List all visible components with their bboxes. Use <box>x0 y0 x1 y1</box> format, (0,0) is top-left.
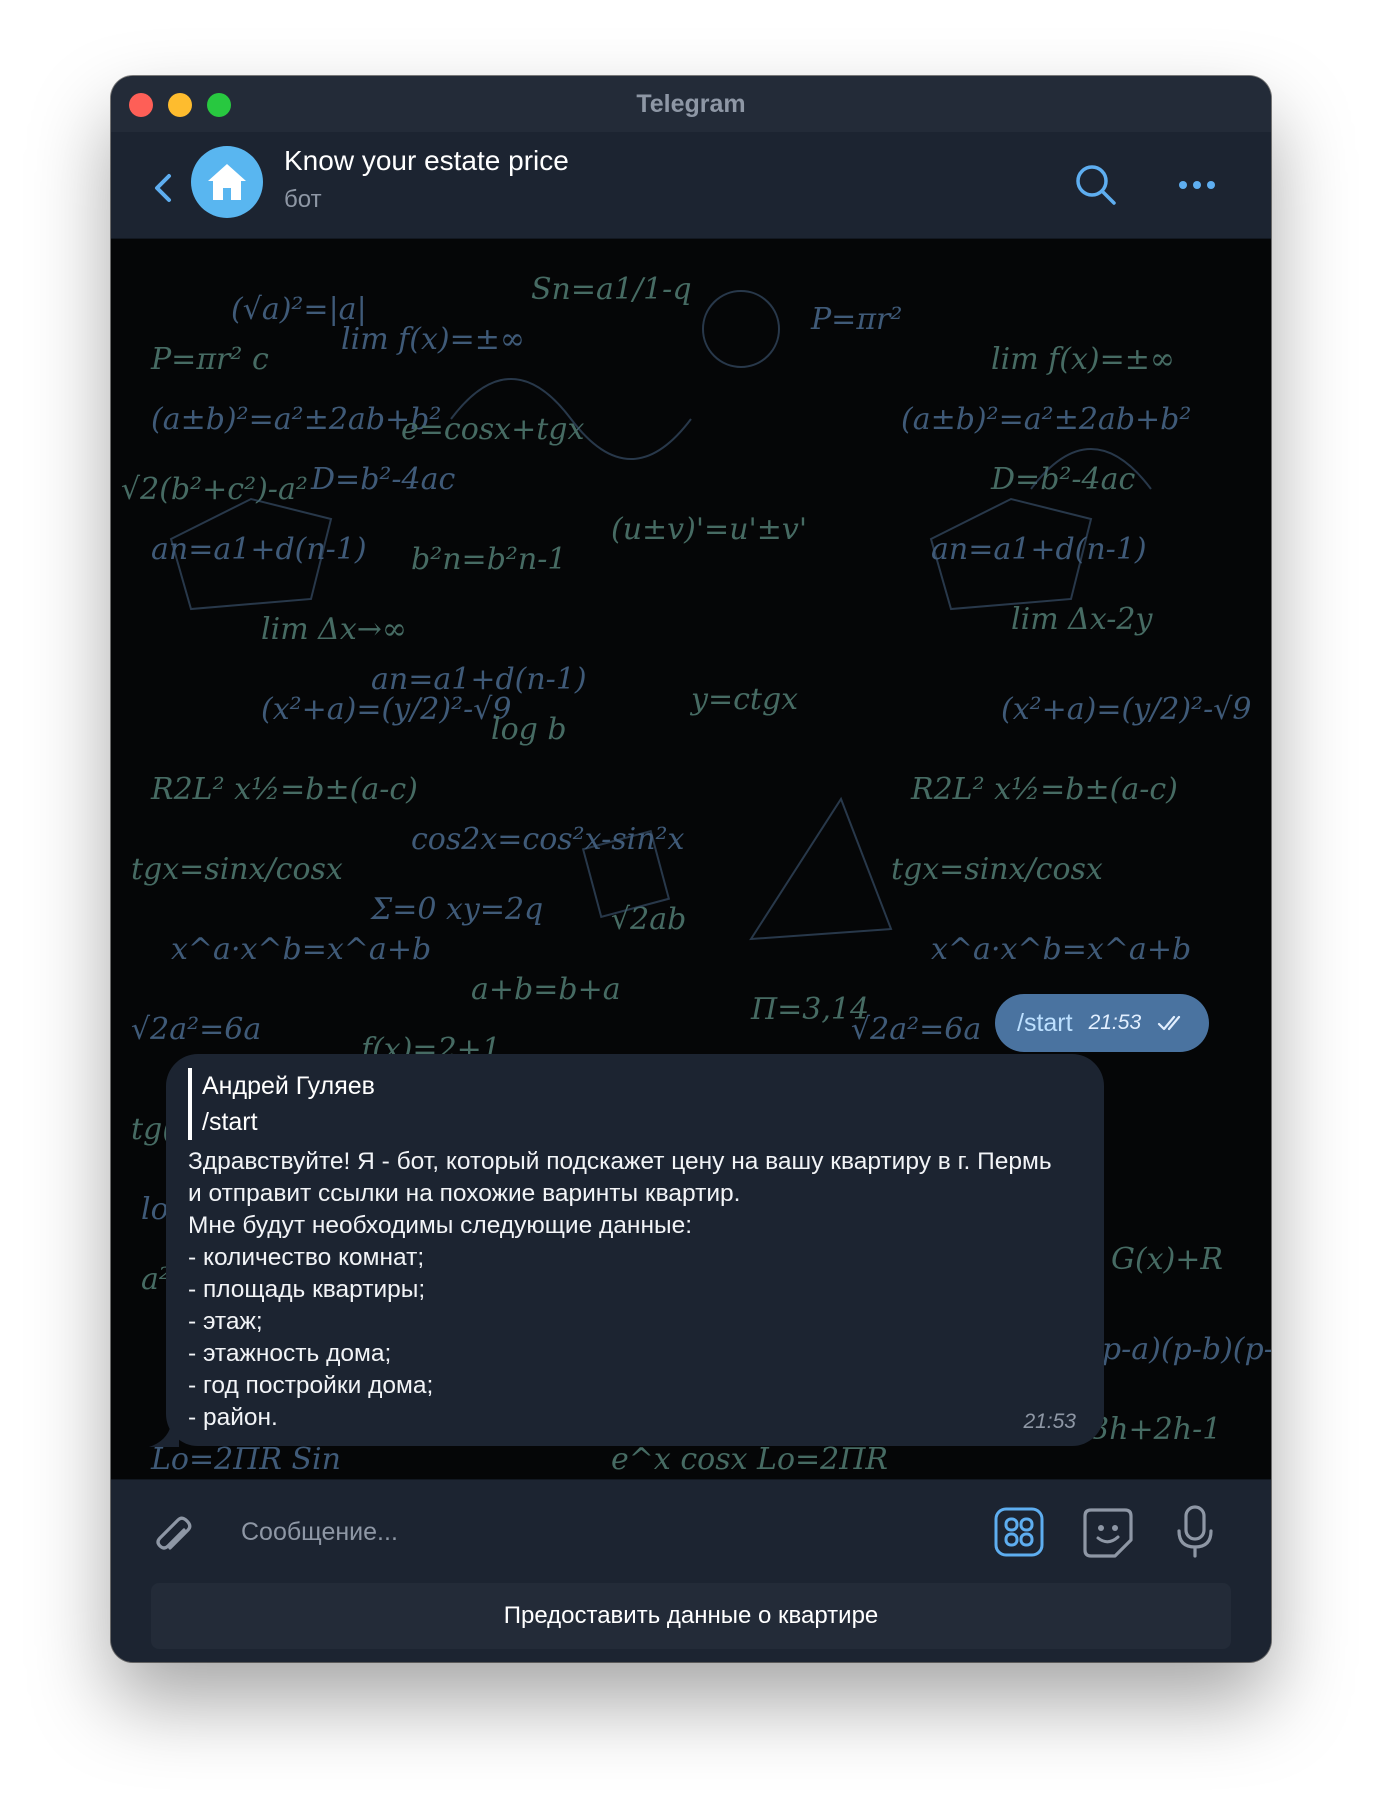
svg-text:√2a²=6a: √2a²=6a <box>851 1012 981 1047</box>
svg-text:lim Δx-2y: lim Δx-2y <box>1011 602 1153 637</box>
svg-text:D=b²-4ac: D=b²-4ac <box>310 462 456 497</box>
reply-author: Андрей Гуляев <box>202 1072 375 1100</box>
svg-text:lim f(x)=±∞: lim f(x)=±∞ <box>991 342 1175 377</box>
bot-keyboard-button[interactable] <box>993 1506 1045 1558</box>
search-icon <box>1076 165 1116 205</box>
microphone-icon <box>1177 1505 1213 1558</box>
avatar[interactable] <box>191 146 263 218</box>
svg-text:log b: log b <box>491 712 567 747</box>
outgoing-message-text[interactable]: /start <box>1017 1009 1073 1038</box>
house-icon <box>208 164 246 200</box>
svg-text:e=cosx+tgx: e=cosx+tgx <box>401 412 584 447</box>
double-check-icon <box>1158 1015 1181 1031</box>
svg-text:√2(b²+c²)-a²: √2(b²+c²)-a² <box>121 472 308 507</box>
svg-text:a+b=b+a: a+b=b+a <box>471 972 621 1007</box>
svg-text:(u±v)'=u'±v': (u±v)'=u'±v' <box>611 512 807 547</box>
close-window-button[interactable] <box>129 93 153 117</box>
sticker-button[interactable] <box>1081 1506 1135 1560</box>
svg-text:lim f(x)=±∞: lim f(x)=±∞ <box>341 322 525 357</box>
svg-text:P=πr² c: P=πr² c <box>150 342 269 377</box>
svg-text:lim Δx→∞: lim Δx→∞ <box>261 612 407 647</box>
svg-text:(x²+a)=(y/2)²-√9: (x²+a)=(y/2)²-√9 <box>261 692 511 727</box>
svg-text:R2L² x½=b±(a-c): R2L² x½=b±(a-c) <box>910 772 1178 807</box>
svg-text:√2a²=6a: √2a²=6a <box>131 1012 261 1047</box>
attach-button[interactable] <box>149 1508 197 1556</box>
incoming-message[interactable]: Андрей Гуляев /start Здравствуйте! Я - б… <box>166 1054 1104 1446</box>
more-dots-icon <box>1179 181 1215 189</box>
outgoing-message-time: 21:53 <box>1088 1011 1142 1034</box>
reply-quote[interactable]: Андрей Гуляев /start <box>188 1068 375 1140</box>
svg-text:an=a1+d(n-1): an=a1+d(n-1) <box>931 532 1147 567</box>
svg-text:tgx=sinx/cosx: tgx=sinx/cosx <box>891 852 1103 887</box>
sticker-face-icon <box>1083 1508 1133 1558</box>
bubble-tail <box>149 1425 179 1447</box>
svg-text:√2ab: √2ab <box>611 902 686 937</box>
chat-status: бот <box>284 186 322 213</box>
window-controls <box>129 93 231 117</box>
message-input[interactable] <box>239 1506 843 1558</box>
svg-text:D=b²-4ac: D=b²-4ac <box>990 462 1136 497</box>
window-title: Telegram <box>636 89 746 118</box>
svg-text:R2L² x½=b±(a-c): R2L² x½=b±(a-c) <box>150 772 418 807</box>
voice-button[interactable] <box>1175 1504 1215 1560</box>
more-button[interactable] <box>1177 168 1217 202</box>
paperclip-icon <box>156 1516 192 1550</box>
provide-apartment-data-button[interactable]: Предоставить данные о квартире <box>151 1583 1231 1649</box>
back-button[interactable] <box>149 168 177 208</box>
incoming-message-text: Здравствуйте! Я - бот, который подскажет… <box>188 1148 1052 1431</box>
svg-text:x^a·x^b=x^a+b: x^a·x^b=x^a+b <box>171 932 431 967</box>
outgoing-message[interactable]: /start 21:53 <box>995 994 1210 1052</box>
svg-text:x^a·x^b=x^a+b: x^a·x^b=x^a+b <box>931 932 1191 967</box>
svg-text:(a±b)²=a²±2ab+b²: (a±b)²=a²±2ab+b² <box>901 402 1191 437</box>
incoming-message-time: 21:53 <box>1023 1410 1076 1433</box>
keyboard-grid-icon <box>994 1507 1044 1557</box>
telegram-window: Telegram Know your estate price бот (√a)… <box>111 76 1271 1662</box>
chat-header: Know your estate price бот <box>111 132 1271 239</box>
chat-title[interactable]: Know your estate price <box>284 145 569 177</box>
search-button[interactable] <box>1073 162 1119 208</box>
minimize-window-button[interactable] <box>168 93 192 117</box>
svg-text:tgx=sinx/cosx: tgx=sinx/cosx <box>131 852 343 887</box>
reply-text: /start <box>202 1108 258 1136</box>
svg-text:Σ=0 xy=2q: Σ=0 xy=2q <box>370 892 543 927</box>
svg-text:an=a1+d(n-1): an=a1+d(n-1) <box>151 532 367 567</box>
svg-text:(a±b)²=a²±2ab+b²: (a±b)²=a²±2ab+b² <box>151 402 441 437</box>
svg-text:b²n=b²n-1: b²n=b²n-1 <box>411 542 566 577</box>
svg-text:Lo=2ΠR Sin: Lo=2ΠR Sin <box>150 1442 341 1477</box>
composer: Предоставить данные о квартире <box>111 1479 1271 1662</box>
svg-text:G(x)+R: G(x)+R <box>1111 1242 1223 1277</box>
svg-text:Sn=a1/1-q: Sn=a1/1-q <box>531 272 692 307</box>
svg-text:y=ctgx: y=ctgx <box>689 682 798 717</box>
title-bar: Telegram <box>111 76 1271 132</box>
svg-text:e^x cosx Lo=2ΠR: e^x cosx Lo=2ΠR <box>611 1442 888 1477</box>
svg-text:P=πr²: P=πr² <box>810 302 902 337</box>
svg-text:(x²+a)=(y/2)²-√9: (x²+a)=(y/2)²-√9 <box>1001 692 1251 727</box>
chat-area: (√a)²=|a| Sn=a1/1-q P=πr² lim f(x)=±∞ P=… <box>111 239 1271 1479</box>
chevron-left-icon <box>155 174 171 202</box>
maximize-window-button[interactable] <box>207 93 231 117</box>
svg-text:cos2x=cos²x-sin²x: cos2x=cos²x-sin²x <box>411 822 685 857</box>
